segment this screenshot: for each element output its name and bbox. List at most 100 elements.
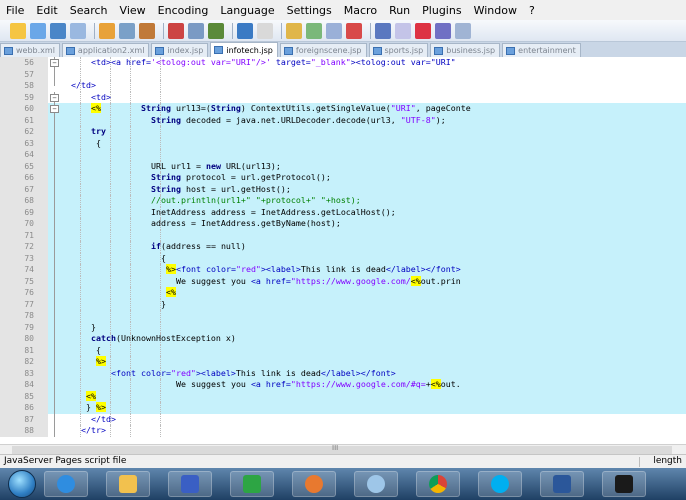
indent-guide bbox=[110, 379, 111, 391]
undo-icon[interactable] bbox=[237, 22, 253, 39]
file-icon bbox=[65, 46, 75, 55]
code-token: //out.println(url1+" "+protocol+" "+host… bbox=[151, 195, 361, 205]
menu-window[interactable]: Window bbox=[474, 4, 517, 17]
browser-icon bbox=[57, 475, 75, 493]
replace-icon[interactable] bbox=[306, 22, 322, 39]
tab-business-jsp[interactable]: business.jsp bbox=[430, 43, 501, 57]
indent-guide bbox=[110, 425, 111, 437]
menu-view[interactable]: View bbox=[120, 4, 146, 17]
tab-label: application2.xml bbox=[77, 46, 145, 55]
code-token: (UnknownHostException x) bbox=[115, 333, 236, 343]
tab-foreignscene-jsp[interactable]: foreignscene.jsp bbox=[279, 43, 367, 57]
line-number: 73 bbox=[24, 253, 34, 263]
play-macro-icon[interactable] bbox=[455, 22, 471, 39]
taskbar-firefox[interactable] bbox=[292, 471, 336, 497]
scrollbar-thumb[interactable]: III bbox=[12, 444, 672, 454]
indent-guide bbox=[110, 344, 111, 356]
fold-guide bbox=[54, 287, 55, 299]
record-macro-icon[interactable] bbox=[415, 22, 431, 39]
indent-guide bbox=[80, 344, 81, 356]
menu-encoding[interactable]: Encoding bbox=[158, 4, 209, 17]
menu-help[interactable]: ? bbox=[529, 4, 535, 17]
line-gutter: 71 bbox=[0, 229, 48, 241]
copy-icon[interactable] bbox=[188, 22, 204, 39]
tab-sports-jsp[interactable]: sports.jsp bbox=[368, 43, 429, 57]
taskbar-skype[interactable] bbox=[478, 471, 522, 497]
code-editor[interactable]: 56 − <td><a href='<tolog:out var="URI"/>' … bbox=[0, 57, 686, 454]
taskbar-ie[interactable] bbox=[44, 471, 88, 497]
taskbar-cmd[interactable] bbox=[602, 471, 646, 497]
horizontal-scrollbar[interactable]: III bbox=[0, 444, 686, 454]
fold-guide bbox=[54, 413, 55, 425]
line-gutter: 83 bbox=[0, 367, 48, 379]
open-file-icon[interactable] bbox=[30, 22, 46, 39]
code-token: out. bbox=[440, 379, 461, 389]
menu-plugins[interactable]: Plugins bbox=[422, 4, 461, 17]
cut-icon[interactable] bbox=[168, 22, 184, 39]
fold-margin bbox=[48, 183, 62, 195]
fold-margin bbox=[48, 356, 62, 368]
code-line: 72 if(address == null) bbox=[0, 241, 686, 253]
wrap-icon[interactable] bbox=[395, 22, 411, 39]
indent-guide bbox=[130, 172, 131, 184]
menu-file[interactable]: File bbox=[6, 4, 24, 17]
media-player-icon bbox=[181, 475, 199, 493]
tab-webb-xml[interactable]: webb.xml bbox=[0, 43, 60, 57]
chart-app-icon bbox=[243, 475, 261, 493]
menu-macro[interactable]: Macro bbox=[344, 4, 377, 17]
tab-infotech-jsp[interactable]: infotech.jsp bbox=[210, 42, 278, 57]
fold-margin bbox=[48, 310, 62, 322]
code-token: (address == null) bbox=[161, 241, 246, 251]
code-token: </td> bbox=[71, 80, 96, 90]
code-line: 61 String decoded = java.net.URLDecoder.d… bbox=[0, 114, 686, 126]
menu-edit[interactable]: Edit bbox=[36, 4, 57, 17]
indent-guide bbox=[130, 287, 131, 299]
tab-entertainment[interactable]: entertainment bbox=[502, 43, 581, 57]
indent-guide bbox=[80, 91, 81, 103]
code-line: 71 bbox=[0, 229, 686, 241]
print-icon[interactable] bbox=[139, 22, 155, 39]
indent-guide bbox=[130, 241, 131, 253]
code-token: "URI" bbox=[390, 103, 416, 113]
taskbar-network[interactable] bbox=[354, 471, 398, 497]
menu-settings[interactable]: Settings bbox=[287, 4, 332, 17]
zoom-in-icon[interactable] bbox=[326, 22, 342, 39]
menu-search[interactable]: Search bbox=[70, 4, 108, 17]
redo-icon[interactable] bbox=[257, 22, 273, 39]
find-icon[interactable] bbox=[286, 22, 302, 39]
taskbar-word[interactable] bbox=[540, 471, 584, 497]
fold-margin: − bbox=[48, 91, 62, 103]
indent-guide bbox=[80, 287, 81, 299]
code-text: </td> bbox=[91, 414, 116, 426]
stop-macro-icon[interactable] bbox=[435, 22, 451, 39]
fold-margin bbox=[48, 218, 62, 230]
zoom-out-icon[interactable] bbox=[346, 22, 362, 39]
save-all-icon[interactable] bbox=[70, 22, 86, 39]
code-token: } bbox=[161, 298, 166, 309]
close-all-icon[interactable] bbox=[119, 22, 135, 39]
sync-icon[interactable] bbox=[375, 22, 391, 39]
start-button[interactable] bbox=[8, 470, 36, 498]
fold-toggle-icon[interactable]: − bbox=[50, 59, 59, 67]
code-line: 76 <% bbox=[0, 287, 686, 299]
fold-toggle-icon[interactable]: − bbox=[50, 93, 59, 102]
menu-run[interactable]: Run bbox=[389, 4, 410, 17]
code-line: 70 address = InetAddress.getByName(host); bbox=[0, 218, 686, 230]
close-icon[interactable] bbox=[99, 22, 115, 39]
paste-icon[interactable] bbox=[208, 22, 224, 39]
toolbar-separator bbox=[281, 22, 282, 39]
tab-application2-xml[interactable]: application2.xml bbox=[61, 43, 150, 57]
fold-margin bbox=[48, 413, 62, 425]
indent-guide bbox=[160, 68, 161, 80]
save-icon[interactable] bbox=[50, 22, 66, 39]
code-token: This link is dead bbox=[235, 367, 321, 378]
menu-language[interactable]: Language bbox=[220, 4, 274, 17]
new-file-icon[interactable] bbox=[10, 22, 26, 39]
taskbar-app-green[interactable] bbox=[230, 471, 274, 497]
toolbar-separator bbox=[163, 22, 164, 39]
taskbar-media[interactable] bbox=[168, 471, 212, 497]
taskbar-explorer[interactable] bbox=[106, 471, 150, 497]
taskbar-chrome[interactable] bbox=[416, 471, 460, 497]
tab-index-jsp[interactable]: index.jsp bbox=[151, 43, 209, 57]
fold-toggle-icon[interactable]: − bbox=[50, 105, 59, 113]
